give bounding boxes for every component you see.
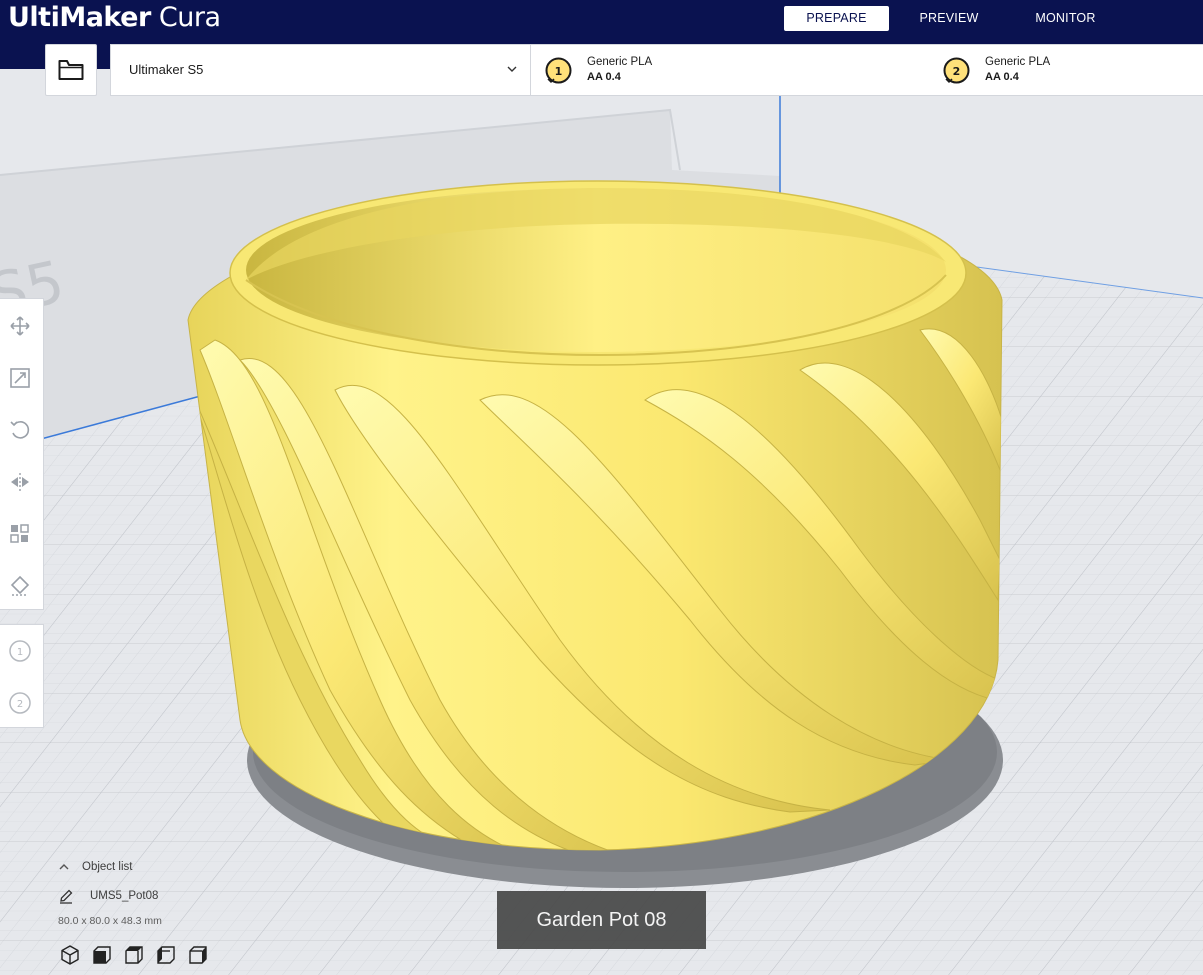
build-plate-viewport[interactable]: S5	[0, 0, 1203, 975]
extruder-1-material: Generic PLA	[587, 56, 653, 68]
object-list-toggle[interactable]: Object list	[58, 859, 133, 875]
object-list-panel: Object list UMS5_Pot08 80.0 x 80.0 x 48.…	[54, 855, 314, 973]
mirror-tool-button[interactable]	[5, 467, 35, 497]
3d-view-icon	[61, 945, 79, 965]
view-left-button[interactable]	[154, 943, 178, 967]
extruder-2-index: 2	[953, 65, 961, 78]
object-dimensions: 80.0 x 80.0 x 48.3 mm	[58, 915, 162, 927]
extruder-1-nozzle: AA 0.4	[587, 71, 621, 83]
open-file-button[interactable]	[45, 44, 97, 96]
extruder-2-material: Generic PLA	[985, 56, 1051, 68]
machine-selector[interactable]: Ultimaker S5	[111, 45, 531, 95]
pot-model[interactable]	[187, 180, 1003, 860]
view-orientation-buttons	[58, 943, 210, 969]
view-front-button[interactable]	[90, 943, 114, 967]
tool-panel	[0, 298, 44, 610]
brand-bold: UltiMaker	[8, 2, 151, 33]
support-blocker-icon	[10, 575, 30, 596]
machine-bar: Ultimaker S5 1 Generic PLA AA 0.4 2 Gene…	[110, 44, 1203, 96]
extruder-2-nozzle: AA 0.4	[985, 71, 1019, 83]
object-name: UMS5_Pot08	[90, 890, 159, 902]
move-tool-button[interactable]	[5, 311, 35, 341]
move-icon	[10, 316, 30, 336]
extruder-1-selector[interactable]: 1 Generic PLA AA 0.4	[545, 45, 935, 95]
app-header: UltiMaker Cura PREPARE PREVIEW MONITOR	[0, 0, 1203, 44]
right-view-icon	[189, 946, 207, 964]
tab-preview[interactable]: PREVIEW	[903, 6, 995, 31]
set-extruder-1-button[interactable]: 1	[5, 636, 35, 666]
rotate-tool-button[interactable]	[5, 415, 35, 445]
machine-name: Ultimaker S5	[129, 62, 204, 77]
left-view-icon	[157, 946, 175, 964]
extruder-1-badge-icon: 1	[545, 57, 572, 84]
app-logo: UltiMaker Cura	[8, 2, 221, 33]
scale-tool-button[interactable]	[5, 363, 35, 393]
chevron-up-icon	[59, 864, 69, 870]
chevron-down-icon	[507, 66, 517, 72]
per-model-settings-icon	[10, 524, 29, 543]
extruder-tool-2-label: 2	[17, 699, 23, 710]
extruder-2-icon: 2	[9, 692, 31, 714]
view-top-button[interactable]	[122, 943, 146, 967]
support-blocker-button[interactable]	[5, 571, 35, 601]
pencil-icon	[60, 889, 73, 904]
view-3d-button[interactable]	[58, 943, 82, 967]
tab-prepare[interactable]: PREPARE	[784, 6, 889, 31]
view-right-button[interactable]	[186, 943, 210, 967]
extruder-tool-panel: 1 2	[0, 624, 44, 728]
scene-canvas[interactable]: S5	[0, 0, 1203, 975]
extruder-2-selector[interactable]: 2 Generic PLA AA 0.4	[943, 45, 1193, 95]
extruder-2-badge-icon: 2	[943, 57, 970, 84]
set-extruder-2-button[interactable]: 2	[5, 688, 35, 718]
scale-icon	[10, 368, 30, 388]
mirror-icon	[11, 473, 29, 491]
extruder-tool-1-label: 1	[17, 647, 23, 658]
folder-icon	[58, 60, 84, 80]
caption-overlay: Garden Pot 08	[497, 891, 706, 949]
per-model-settings-button[interactable]	[5, 519, 35, 549]
extruder-1-index: 1	[555, 65, 563, 78]
extruder-1-icon: 1	[9, 640, 31, 662]
front-view-icon	[93, 946, 111, 964]
brand-light: Cura	[158, 2, 221, 33]
object-list-label: Object list	[82, 861, 133, 873]
tab-monitor[interactable]: MONITOR	[1018, 6, 1113, 31]
object-name-row[interactable]: UMS5_Pot08	[58, 887, 158, 905]
rotate-icon	[10, 421, 30, 439]
top-view-icon	[125, 946, 143, 964]
